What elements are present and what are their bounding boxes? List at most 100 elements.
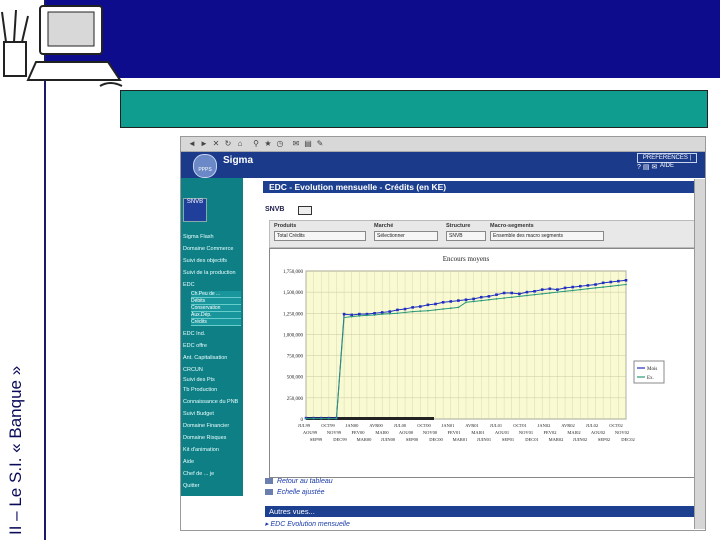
chart-frame: Encours moyens 0 250,000 500,000 750,000 1,00… [269, 248, 695, 478]
sidebar-subitem[interactable]: Débits [191, 298, 241, 305]
help-icon[interactable]: ? [637, 164, 641, 171]
data-point [335, 417, 338, 420]
x-tick-label: OCT00 [417, 423, 431, 428]
sidebar-subitem[interactable]: Aux.Dép. [191, 312, 241, 319]
sidebar-item-capitalisation[interactable]: Ant. Capitalisation [183, 355, 227, 361]
x-tick-label: MAI01 [471, 430, 484, 435]
x-tick-label: SEP00 [406, 437, 419, 442]
data-point [457, 299, 460, 302]
preferences-button[interactable]: PREFERENCES | AIDE [637, 153, 697, 169]
data-point [526, 294, 528, 297]
refresh-icon[interactable]: ↻ [223, 139, 233, 148]
sidebar-item-tb-production[interactable]: Tb Production [183, 387, 217, 393]
data-point [571, 285, 574, 289]
sidebar-item-crcun[interactable]: CRCUN [183, 367, 203, 373]
sidebar-item-edc-ind[interactable]: EDC Ind. [183, 331, 205, 337]
x-tick-label: DEC00 [429, 437, 443, 442]
sidebar-item-kit-animation[interactable]: Kit d'animation [183, 447, 219, 453]
retour-link[interactable]: Retour au tableau [265, 478, 333, 485]
sidebar-item-suivi-pts[interactable]: Suivi des Pts [183, 377, 215, 383]
favorites-icon[interactable]: ★ [263, 139, 273, 148]
data-point [510, 296, 513, 299]
mail-icon[interactable]: ✉ [291, 139, 301, 148]
print-page-icon[interactable]: ▤ [643, 164, 650, 171]
data-point [563, 286, 567, 290]
browser-toolbar: ◄ ► ✕ ↻ ⌂ ⚲ ★ ◷ ✉ ▤ ✎ [181, 137, 705, 152]
data-point [411, 306, 414, 309]
forward-icon[interactable]: ► [199, 139, 209, 148]
data-point [427, 309, 429, 312]
sidebar-item-quitter[interactable]: Quitter [183, 483, 200, 489]
search-icon[interactable]: ⚲ [251, 139, 261, 148]
sidebar-item-edc[interactable]: EDC [183, 282, 195, 288]
x-tick-label: MAR02 [549, 437, 564, 442]
data-point [449, 300, 453, 303]
browser-screenshot: ◄ ► ✕ ↻ ⌂ ⚲ ★ ◷ ✉ ▤ ✎ PPPS Sigma PREFERE… [180, 136, 706, 531]
sidebar-item-suivi-production[interactable]: Suivi de la production [183, 270, 236, 276]
filter-panel: Produits Total Crédits Marché Sélectionn… [269, 220, 695, 248]
y-tick-label: 750,000 [287, 355, 304, 360]
data-point [396, 308, 399, 312]
data-point [487, 298, 490, 301]
logo-text: PPPS [198, 167, 212, 173]
stop-icon[interactable]: ✕ [211, 139, 221, 148]
structure-toggle[interactable] [298, 206, 312, 215]
sidebar-item-chef[interactable]: Chef de ... je [183, 471, 214, 477]
back-icon[interactable]: ◄ [187, 139, 197, 148]
sidebar: SNVB Sigma Flash Domaine Commerce Suivi … [181, 178, 243, 496]
sidebar-subitem[interactable]: Conservation [191, 305, 241, 312]
scrollbar[interactable] [694, 179, 705, 529]
sidebar-item-sigma-flash[interactable]: Sigma Flash [183, 234, 214, 240]
data-point [586, 284, 590, 287]
app-header [181, 152, 705, 178]
macro-segments-select[interactable]: Ensemble des macro segments [490, 231, 604, 241]
sidebar-item-suivi-objectifs[interactable]: Suivi des objectifs [183, 258, 227, 264]
data-point [442, 308, 445, 310]
data-point [571, 289, 574, 292]
produits-select[interactable]: Total Crédits [274, 231, 366, 241]
data-point [472, 297, 475, 301]
sidebar-item-domaine-risques[interactable]: Domaine Risques [183, 435, 226, 441]
mail-page-icon[interactable]: ✉ [651, 164, 657, 171]
x-tick-label: JUL99 [298, 423, 311, 428]
x-tick-label: DEC01 [525, 437, 539, 442]
title-placeholder-box [120, 90, 708, 128]
edc-evolution-link[interactable]: ▸ EDC Evolution mensuelle [265, 520, 350, 528]
data-point [305, 417, 307, 420]
sidebar-item-aide[interactable]: Aide [183, 459, 194, 465]
x-tick-label: MAI02 [567, 430, 580, 435]
edit-icon[interactable]: ✎ [315, 139, 325, 148]
echelle-link[interactable]: Echelle ajustée [265, 489, 324, 496]
data-point [601, 281, 605, 285]
sidebar-subitem[interactable]: Ch.Peu de ... [191, 291, 241, 298]
data-point [487, 295, 491, 298]
data-point [548, 287, 552, 291]
data-point [320, 417, 323, 420]
history-icon[interactable]: ◷ [275, 139, 285, 148]
data-point [564, 290, 566, 293]
sidebar-item-domaine-financier[interactable]: Domaine Financier [183, 423, 229, 429]
data-point [465, 301, 467, 304]
sidebar-subitem[interactable]: Crédits [191, 319, 241, 326]
y-tick-label: 1,000,000 [283, 333, 304, 338]
data-point [617, 284, 620, 287]
data-point [510, 291, 514, 295]
x-tick-label: JAN02 [538, 423, 551, 428]
print-icon[interactable]: ▤ [303, 139, 313, 148]
home-icon[interactable]: ⌂ [235, 139, 245, 148]
sidebar-item-domaine-commerce[interactable]: Domaine Commerce [183, 246, 233, 252]
marche-select[interactable]: Sélectionner [374, 231, 438, 241]
x-tick-label: AVR00 [369, 423, 383, 428]
structure-select[interactable]: SNVB [446, 231, 486, 241]
sidebar-item-connaissance-pnb[interactable]: Connaissance du PNB [183, 399, 238, 405]
x-tick-label: AOU00 [399, 430, 414, 435]
x-tick-label: DEC99 [333, 437, 347, 442]
data-point [624, 279, 628, 282]
sidebar-item-suivi-budget[interactable]: Suivi Budget [183, 411, 214, 417]
y-tick-label: 1,750,000 [283, 270, 304, 275]
data-point [495, 298, 498, 300]
data-point [411, 310, 414, 313]
sidebar-item-edc-offre[interactable]: EDC offre [183, 343, 207, 349]
data-point [388, 312, 391, 315]
data-point [556, 291, 559, 294]
